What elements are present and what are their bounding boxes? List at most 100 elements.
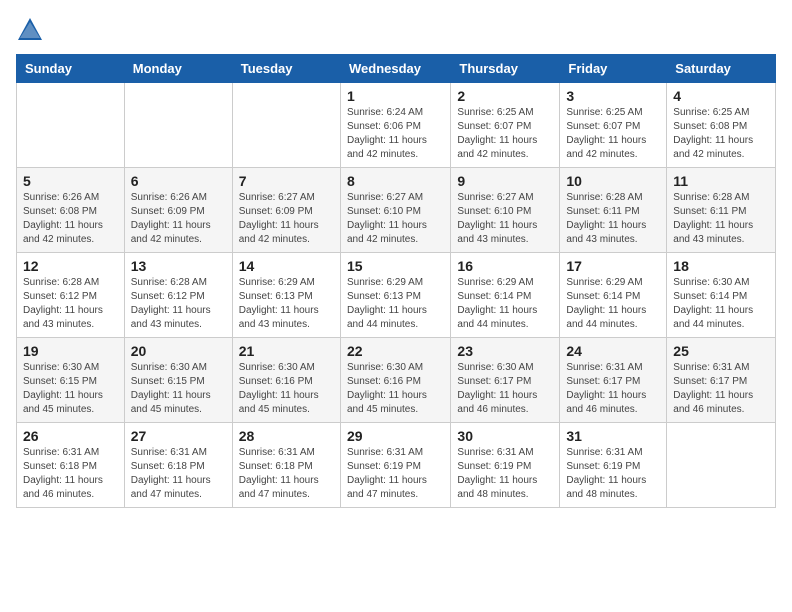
day-number: 29	[347, 428, 444, 444]
day-number: 11	[673, 173, 769, 189]
calendar-cell: 1 Sunrise: 6:24 AMSunset: 6:06 PMDaylight…	[340, 83, 450, 168]
day-info: Sunrise: 6:30 AMSunset: 6:15 PMDaylight:…	[23, 362, 103, 415]
calendar-cell: 2 Sunrise: 6:25 AMSunset: 6:07 PMDaylight…	[451, 83, 560, 168]
calendar-cell: 7Sunrise: 6:27 AMSunset: 6:09 PMDaylight…	[232, 168, 340, 253]
day-number: 15	[347, 258, 444, 274]
day-info: Sunrise: 6:25 AMSunset: 6:07 PMDaylight:…	[457, 107, 537, 160]
calendar-cell: 21 Sunrise: 6:30 AMSunset: 6:16 PMDayligh…	[232, 338, 340, 423]
calendar-cell: 25 Sunrise: 6:31 AMSunset: 6:17 PMDayligh…	[667, 338, 776, 423]
calendar-cell: 29 Sunrise: 6:31 AMSunset: 6:19 PMDayligh…	[340, 423, 450, 508]
day-info: Sunrise: 6:31 AMSunset: 6:18 PMDaylight:…	[239, 447, 319, 500]
calendar-cell: 18 Sunrise: 6:30 AMSunset: 6:14 PMDayligh…	[667, 253, 776, 338]
calendar-cell	[232, 83, 340, 168]
calendar-cell: 12 Sunrise: 6:28 AMSunset: 6:12 PMDayligh…	[17, 253, 125, 338]
page-header	[16, 16, 776, 44]
weekday-header-row: Sunday Monday Tuesday Wednesday Thursday…	[17, 55, 776, 83]
day-number: 4	[673, 88, 769, 104]
day-info: Sunrise: 6:26 AMSunset: 6:08 PMDaylight:…	[23, 192, 103, 245]
calendar-cell: 8 Sunrise: 6:27 AMSunset: 6:10 PMDaylight…	[340, 168, 450, 253]
logo-icon	[16, 16, 44, 44]
day-number: 8	[347, 173, 444, 189]
day-info: Sunrise: 6:28 AMSunset: 6:12 PMDaylight:…	[23, 277, 103, 330]
day-number: 12	[23, 258, 118, 274]
calendar-cell: 27 Sunrise: 6:31 AMSunset: 6:18 PMDayligh…	[124, 423, 232, 508]
day-info: Sunrise: 6:29 AMSunset: 6:13 PMDaylight:…	[239, 277, 319, 330]
calendar-cell: 20 Sunrise: 6:30 AMSunset: 6:15 PMDayligh…	[124, 338, 232, 423]
day-number: 21	[239, 343, 334, 359]
header-tuesday: Tuesday	[232, 55, 340, 83]
day-info: Sunrise: 6:31 AMSunset: 6:18 PMDaylight:…	[131, 447, 211, 500]
calendar-cell: 17 Sunrise: 6:29 AMSunset: 6:14 PMDayligh…	[560, 253, 667, 338]
day-info: Sunrise: 6:30 AMSunset: 6:17 PMDaylight:…	[457, 362, 537, 415]
calendar-cell: 26Sunrise: 6:31 AMSunset: 6:18 PMDayligh…	[17, 423, 125, 508]
calendar-cell: 11 Sunrise: 6:28 AMSunset: 6:11 PMDayligh…	[667, 168, 776, 253]
day-info: Sunrise: 6:24 AMSunset: 6:06 PMDaylight:…	[347, 107, 427, 160]
calendar-cell: 3 Sunrise: 6:25 AMSunset: 6:07 PMDaylight…	[560, 83, 667, 168]
day-number: 18	[673, 258, 769, 274]
day-info: Sunrise: 6:31 AMSunset: 6:19 PMDaylight:…	[566, 447, 646, 500]
day-number: 28	[239, 428, 334, 444]
day-info: Sunrise: 6:27 AMSunset: 6:10 PMDaylight:…	[457, 192, 537, 245]
day-info: Sunrise: 6:31 AMSunset: 6:19 PMDaylight:…	[457, 447, 537, 500]
calendar-cell: 4 Sunrise: 6:25 AMSunset: 6:08 PMDaylight…	[667, 83, 776, 168]
day-info: Sunrise: 6:25 AMSunset: 6:07 PMDaylight:…	[566, 107, 646, 160]
calendar-cell: 30 Sunrise: 6:31 AMSunset: 6:19 PMDayligh…	[451, 423, 560, 508]
day-number: 6	[131, 173, 226, 189]
day-number: 17	[566, 258, 660, 274]
calendar-cell: 10Sunrise: 6:28 AMSunset: 6:11 PMDayligh…	[560, 168, 667, 253]
header-monday: Monday	[124, 55, 232, 83]
day-number: 31	[566, 428, 660, 444]
day-number: 20	[131, 343, 226, 359]
day-number: 3	[566, 88, 660, 104]
day-number: 14	[239, 258, 334, 274]
calendar-cell: 9 Sunrise: 6:27 AMSunset: 6:10 PMDaylight…	[451, 168, 560, 253]
calendar-cell: 15 Sunrise: 6:29 AMSunset: 6:13 PMDayligh…	[340, 253, 450, 338]
header-sunday: Sunday	[17, 55, 125, 83]
day-info: Sunrise: 6:29 AMSunset: 6:14 PMDaylight:…	[457, 277, 537, 330]
day-info: Sunrise: 6:25 AMSunset: 6:08 PMDaylight:…	[673, 107, 753, 160]
day-info: Sunrise: 6:27 AMSunset: 6:10 PMDaylight:…	[347, 192, 427, 245]
day-number: 27	[131, 428, 226, 444]
day-info: Sunrise: 6:30 AMSunset: 6:16 PMDaylight:…	[239, 362, 319, 415]
day-info: Sunrise: 6:28 AMSunset: 6:11 PMDaylight:…	[566, 192, 646, 245]
header-saturday: Saturday	[667, 55, 776, 83]
day-info: Sunrise: 6:26 AMSunset: 6:09 PMDaylight:…	[131, 192, 211, 245]
calendar-cell	[17, 83, 125, 168]
logo	[16, 16, 48, 44]
day-number: 13	[131, 258, 226, 274]
day-number: 30	[457, 428, 553, 444]
day-info: Sunrise: 6:28 AMSunset: 6:11 PMDaylight:…	[673, 192, 753, 245]
calendar-cell: 5 Sunrise: 6:26 AMSunset: 6:08 PMDaylight…	[17, 168, 125, 253]
day-number: 2	[457, 88, 553, 104]
calendar-table: Sunday Monday Tuesday Wednesday Thursday…	[16, 54, 776, 508]
calendar-cell: 31 Sunrise: 6:31 AMSunset: 6:19 PMDayligh…	[560, 423, 667, 508]
day-number: 16	[457, 258, 553, 274]
header-friday: Friday	[560, 55, 667, 83]
calendar-cell: 6 Sunrise: 6:26 AMSunset: 6:09 PMDaylight…	[124, 168, 232, 253]
day-info: Sunrise: 6:30 AMSunset: 6:15 PMDaylight:…	[131, 362, 211, 415]
day-info: Sunrise: 6:30 AMSunset: 6:16 PMDaylight:…	[347, 362, 427, 415]
calendar-cell: 19 Sunrise: 6:30 AMSunset: 6:15 PMDayligh…	[17, 338, 125, 423]
day-number: 5	[23, 173, 118, 189]
calendar-cell	[667, 423, 776, 508]
calendar-body: 1 Sunrise: 6:24 AMSunset: 6:06 PMDaylight…	[17, 83, 776, 508]
calendar-cell: 13Sunrise: 6:28 AMSunset: 6:12 PMDayligh…	[124, 253, 232, 338]
day-number: 24	[566, 343, 660, 359]
day-info: Sunrise: 6:30 AMSunset: 6:14 PMDaylight:…	[673, 277, 753, 330]
day-info: Sunrise: 6:29 AMSunset: 6:14 PMDaylight:…	[566, 277, 646, 330]
calendar-cell: 24 Sunrise: 6:31 AMSunset: 6:17 PMDayligh…	[560, 338, 667, 423]
day-number: 19	[23, 343, 118, 359]
day-number: 25	[673, 343, 769, 359]
day-info: Sunrise: 6:29 AMSunset: 6:13 PMDaylight:…	[347, 277, 427, 330]
day-number: 1	[347, 88, 444, 104]
day-number: 26	[23, 428, 118, 444]
day-info: Sunrise: 6:31 AMSunset: 6:17 PMDaylight:…	[673, 362, 753, 415]
day-number: 22	[347, 343, 444, 359]
calendar-cell: 28 Sunrise: 6:31 AMSunset: 6:18 PMDayligh…	[232, 423, 340, 508]
day-number: 9	[457, 173, 553, 189]
calendar-cell: 14 Sunrise: 6:29 AMSunset: 6:13 PMDayligh…	[232, 253, 340, 338]
calendar-cell: 22 Sunrise: 6:30 AMSunset: 6:16 PMDayligh…	[340, 338, 450, 423]
day-number: 23	[457, 343, 553, 359]
day-info: Sunrise: 6:31 AMSunset: 6:17 PMDaylight:…	[566, 362, 646, 415]
day-info: Sunrise: 6:31 AMSunset: 6:19 PMDaylight:…	[347, 447, 427, 500]
